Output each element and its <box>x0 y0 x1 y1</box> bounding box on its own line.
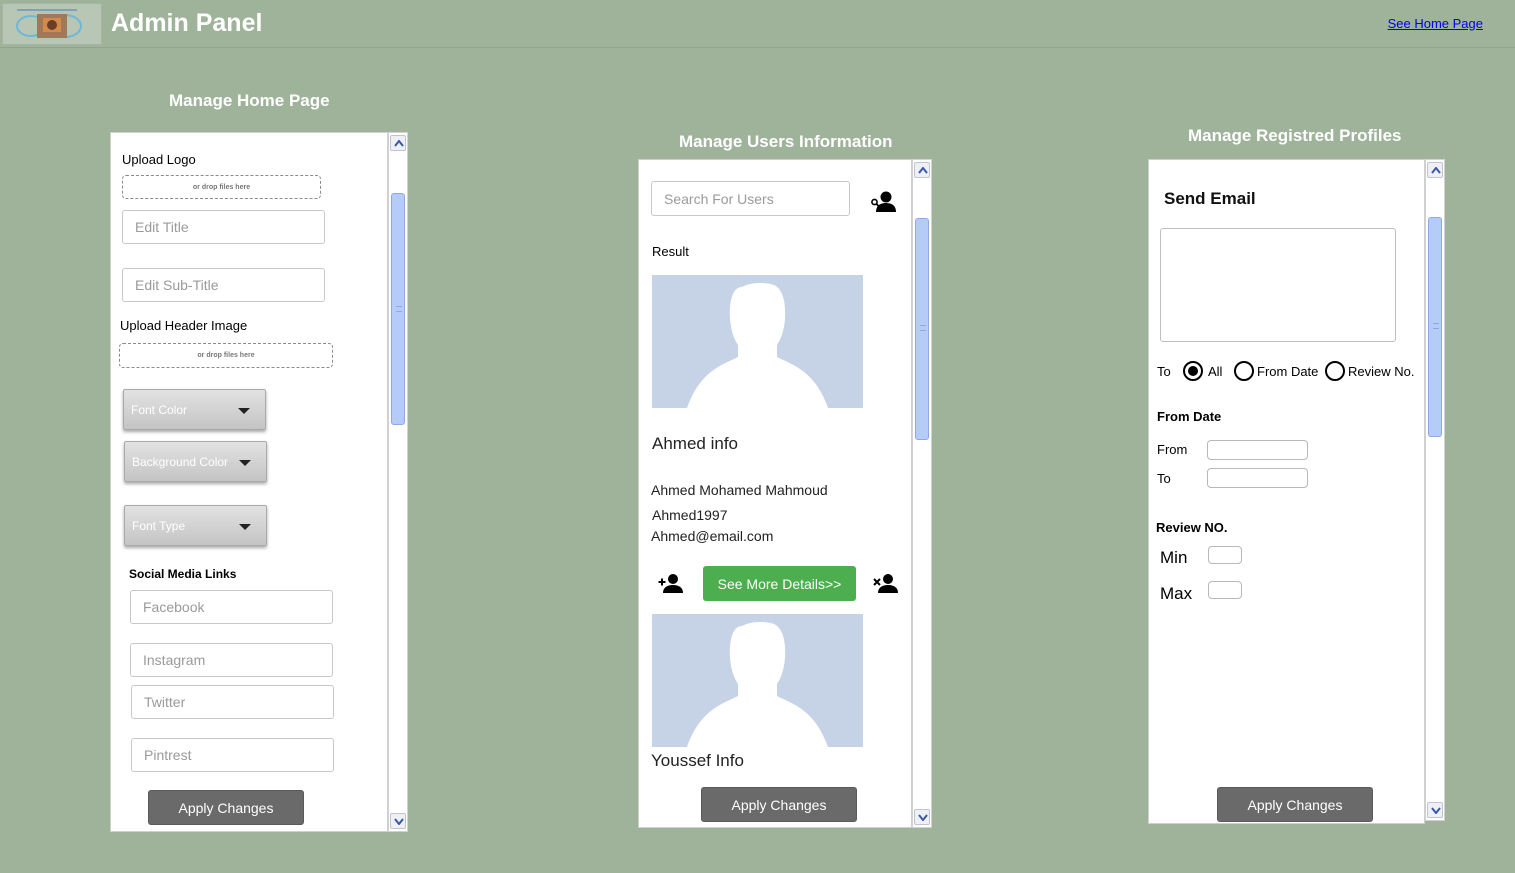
users-panel: Search For Users Result Ahmed info Ahmed… <box>638 159 912 828</box>
radio-review-label: Review No. <box>1348 364 1415 379</box>
home-page-panel: Upload Logo or drop files here Edit Titl… <box>110 132 388 832</box>
from-label: From <box>1157 442 1188 457</box>
chevron-down-icon[interactable] <box>1427 802 1443 818</box>
header-image-dropzone[interactable]: or drop files here <box>119 343 333 368</box>
caret-down-icon <box>239 524 251 530</box>
apply-changes-button[interactable]: Apply Changes <box>148 790 304 825</box>
send-email-title: Send Email <box>1164 189 1256 208</box>
manage-users-title: Manage Users Information <box>679 132 893 151</box>
chevron-up-icon[interactable] <box>1427 162 1443 178</box>
users-panel-scrollbar[interactable] <box>912 159 932 828</box>
caret-down-icon <box>239 460 251 466</box>
app-title: Admin Panel <box>111 9 263 37</box>
chevron-up-icon[interactable] <box>914 162 930 178</box>
home-panel-scrollbar[interactable] <box>388 132 408 832</box>
background-color-label: Background Color <box>132 454 229 469</box>
radio-all[interactable] <box>1183 361 1203 381</box>
see-more-details-button[interactable]: See More Details>> <box>703 566 856 601</box>
apply-changes-button[interactable]: Apply Changes <box>1217 787 1373 822</box>
chevron-down-icon[interactable] <box>914 809 930 825</box>
chevron-up-icon[interactable] <box>390 135 406 151</box>
to-date-label: To <box>1157 471 1171 486</box>
apply-changes-button[interactable]: Apply Changes <box>701 787 857 822</box>
user1-email: Ahmed@email.com <box>651 528 774 544</box>
radio-all-label: All <box>1208 364 1223 379</box>
font-type-select[interactable]: Font Type <box>124 505 267 546</box>
user-avatar <box>652 614 863 747</box>
add-user-icon[interactable] <box>658 573 684 593</box>
scrollbar-thumb[interactable] <box>1428 217 1442 437</box>
logo-dropzone[interactable]: or drop files here <box>122 175 321 199</box>
min-review-input[interactable] <box>1208 546 1242 564</box>
user1-username: Ahmed1997 <box>652 507 728 523</box>
font-color-label: Font Color <box>131 402 188 417</box>
chevron-down-icon[interactable] <box>390 813 406 829</box>
site-logo <box>2 3 102 45</box>
font-color-select[interactable]: Font Color <box>123 389 266 430</box>
manage-home-page-title: Manage Home Page <box>169 91 330 110</box>
max-label: Max <box>1160 584 1193 603</box>
from-date-input[interactable] <box>1207 440 1308 460</box>
to-label: To <box>1157 364 1171 379</box>
max-review-input[interactable] <box>1208 581 1242 599</box>
result-label: Result <box>652 244 689 259</box>
upload-logo-label: Upload Logo <box>122 152 196 167</box>
user-silhouette-icon <box>687 282 828 408</box>
see-home-page-link[interactable]: See Home Page <box>1388 16 1483 31</box>
manage-profiles-title: Manage Registred Profiles <box>1188 126 1402 145</box>
search-users-input[interactable]: Search For Users <box>651 181 850 216</box>
profiles-panel: Send Email To All From Date Review No. F… <box>1148 159 1425 824</box>
radio-from-date[interactable] <box>1234 361 1254 381</box>
edit-title-input[interactable]: Edit Title <box>122 210 325 244</box>
font-type-label: Font Type <box>132 518 186 533</box>
review-heading: Review NO. <box>1156 520 1228 535</box>
scrollbar-thumb[interactable] <box>391 193 405 425</box>
radio-from-date-label: From Date <box>1257 364 1319 379</box>
caret-down-icon <box>238 408 250 414</box>
user2-info-title: Youssef Info <box>651 751 744 770</box>
remove-user-icon[interactable] <box>873 573 899 593</box>
edit-subtitle-input[interactable]: Edit Sub-Title <box>122 268 325 302</box>
to-date-input[interactable] <box>1207 468 1308 488</box>
from-date-heading: From Date <box>1157 409 1222 424</box>
upload-header-label: Upload Header Image <box>120 318 248 333</box>
instagram-input[interactable]: Instagram <box>130 643 333 677</box>
facebook-input[interactable]: Facebook <box>130 590 333 624</box>
background-color-select[interactable]: Background Color <box>124 441 267 482</box>
user-avatar <box>652 275 863 408</box>
email-body-textarea[interactable] <box>1160 228 1396 342</box>
scrollbar-thumb[interactable] <box>915 218 929 440</box>
min-label: Min <box>1160 548 1188 567</box>
user-silhouette-icon <box>687 621 828 747</box>
user1-info-title: Ahmed info <box>652 434 738 453</box>
profiles-panel-scrollbar[interactable] <box>1425 159 1445 821</box>
radio-review[interactable] <box>1325 361 1345 381</box>
search-user-icon[interactable] <box>870 190 898 214</box>
social-media-label: Social Media Links <box>129 567 237 581</box>
user1-full-name: Ahmed Mohamed Mahmoud <box>651 482 828 498</box>
twitter-input[interactable]: Twitter <box>131 685 334 719</box>
pintrest-input[interactable]: Pintrest <box>131 738 334 772</box>
top-bar: Admin Panel See Home Page <box>0 0 1515 48</box>
